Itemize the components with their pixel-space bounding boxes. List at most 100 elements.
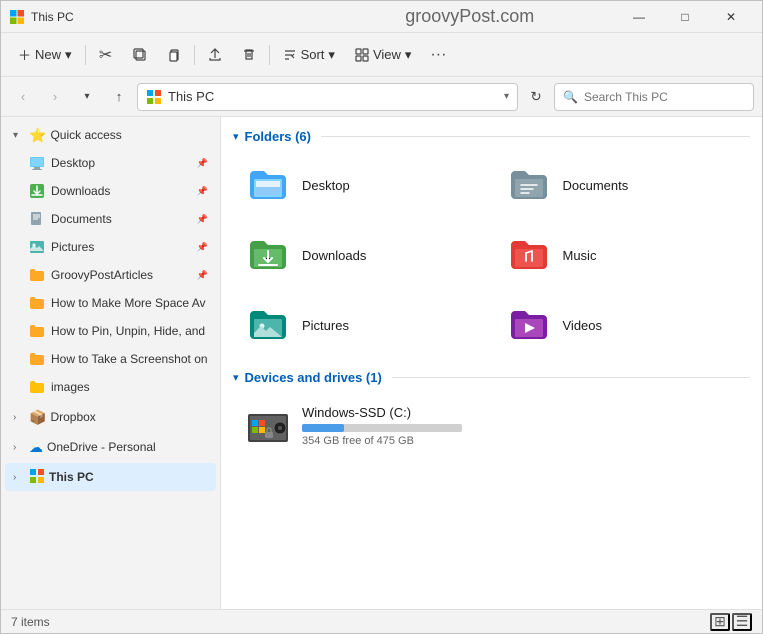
how3-label: How to Take a Screenshot on [51, 352, 208, 366]
desktop-icon [29, 155, 45, 171]
new-chevron-icon: ▾ [65, 47, 72, 63]
list-view-button[interactable]: ☰ [732, 613, 752, 631]
folder-documents[interactable]: Documents [494, 152, 751, 218]
paste-button[interactable] [158, 39, 190, 71]
folder-pictures[interactable]: Pictures [233, 292, 490, 358]
search-box[interactable]: 🔍 [554, 83, 754, 111]
sidebar-item-how2[interactable]: How to Pin, Unpin, Hide, and [5, 317, 216, 345]
minimize-button[interactable]: — [616, 1, 662, 33]
documents-icon [29, 211, 45, 227]
address-path[interactable]: This PC ▾ [137, 83, 518, 111]
sidebar-item-pictures[interactable]: Pictures 📌 [5, 233, 216, 261]
folder-videos-icon [505, 301, 553, 349]
drives-section-header: ▾ Devices and drives (1) [233, 370, 750, 385]
folder-music-icon [505, 231, 553, 279]
toolbar: ＋ New ▾ ✂ Sort ▾ View ▾ ··· [1, 33, 762, 77]
sidebar-item-how3[interactable]: How to Take a Screenshot on [5, 345, 216, 373]
dropbox-header[interactable]: › 📦 Dropbox [5, 403, 216, 431]
downloads-label: Downloads [51, 184, 191, 198]
dropbox-expand-icon: › [13, 412, 25, 423]
drive-c[interactable]: Windows-SSD (C:) 354 GB free of 475 GB [233, 393, 750, 459]
forward-button[interactable]: › [41, 83, 69, 111]
more-button[interactable]: ··· [422, 39, 454, 71]
cut-button[interactable]: ✂ [90, 39, 122, 71]
drive-c-bar-bg [302, 424, 462, 432]
folder-desktop-icon [244, 161, 292, 209]
folder-videos[interactable]: Videos [494, 292, 751, 358]
copy-button[interactable] [124, 39, 156, 71]
main-panel: ▾ Folders (6) Desktop [221, 117, 762, 609]
refresh-button[interactable]: ↻ [522, 83, 550, 111]
folder-downloads-name: Downloads [302, 248, 366, 263]
quick-access-star-icon: ⭐ [29, 127, 46, 144]
share-button[interactable] [199, 39, 231, 71]
folder-music[interactable]: Music [494, 222, 751, 288]
how2-icon [29, 323, 45, 339]
onedrive-section: › ☁ OneDrive - Personal [1, 433, 220, 461]
pictures-label: Pictures [51, 240, 191, 254]
maximize-button[interactable]: □ [662, 1, 708, 33]
quick-access-section: ▾ ⭐ Quick access Desktop 📌 [1, 121, 220, 401]
titlebar-title: This PC [31, 10, 324, 24]
drives-section-title: Devices and drives (1) [245, 370, 382, 385]
folder-desktop-name: Desktop [302, 178, 350, 193]
toolbar-separator-2 [194, 45, 195, 65]
groovy-label: GroovyPostArticles [51, 268, 191, 282]
quick-access-header[interactable]: ▾ ⭐ Quick access [5, 121, 216, 149]
drive-c-icon [244, 402, 292, 450]
folder-documents-icon [505, 161, 553, 209]
folder-downloads[interactable]: Downloads [233, 222, 490, 288]
dropbox-label: Dropbox [50, 410, 95, 424]
this-pc-header[interactable]: › This PC [5, 463, 216, 491]
folder-documents-name: Documents [563, 178, 629, 193]
view-label: View [373, 47, 401, 62]
desktop-label: Desktop [51, 156, 191, 170]
this-pc-expand-icon: › [13, 472, 25, 483]
sort-label: Sort [301, 47, 325, 62]
sidebar-item-how1[interactable]: How to Make More Space Av [5, 289, 216, 317]
content-area: ▾ ⭐ Quick access Desktop 📌 [1, 117, 762, 609]
path-chevron-icon: ▾ [504, 91, 509, 102]
new-button[interactable]: ＋ New ▾ [9, 39, 81, 71]
watermark: groovyPost.com [324, 6, 617, 27]
folders-section-title: Folders (6) [245, 129, 311, 144]
delete-button[interactable] [233, 39, 265, 71]
folders-divider [321, 136, 750, 137]
pictures-pin-icon: 📌 [197, 242, 208, 253]
folder-grid: Desktop Documents [233, 152, 750, 358]
search-input[interactable] [584, 90, 745, 104]
this-pc-icon [29, 468, 45, 487]
view-button[interactable]: View ▾ [346, 39, 420, 71]
quick-access-label: Quick access [50, 128, 121, 142]
close-button[interactable]: ✕ [708, 1, 754, 33]
sidebar: ▾ ⭐ Quick access Desktop 📌 [1, 117, 221, 609]
status-view-buttons: ⊞ ☰ [710, 613, 752, 631]
recent-locations-button[interactable]: ▾ [73, 83, 101, 111]
titlebar-controls: — □ ✕ [616, 1, 754, 33]
back-button[interactable]: ‹ [9, 83, 37, 111]
folder-desktop[interactable]: Desktop [233, 152, 490, 218]
sidebar-item-images[interactable]: images [5, 373, 216, 401]
folders-chevron-icon: ▾ [233, 130, 239, 143]
sort-button[interactable]: Sort ▾ [274, 39, 344, 71]
drives-chevron-icon: ▾ [233, 371, 239, 384]
onedrive-header[interactable]: › ☁ OneDrive - Personal [5, 433, 216, 461]
window: This PC groovyPost.com — □ ✕ ＋ New ▾ ✂ [0, 0, 763, 634]
sidebar-item-documents[interactable]: Documents 📌 [5, 205, 216, 233]
drive-c-info: Windows-SSD (C:) 354 GB free of 475 GB [302, 405, 739, 447]
new-icon: ＋ [18, 45, 31, 64]
how2-label: How to Pin, Unpin, Hide, and [51, 324, 208, 338]
status-items-count: 7 items [11, 615, 50, 629]
how3-icon [29, 351, 45, 367]
this-pc-label: This PC [49, 470, 94, 484]
up-button[interactable]: ↑ [105, 83, 133, 111]
pictures-icon [29, 239, 45, 255]
path-text: This PC [168, 89, 498, 104]
sidebar-item-downloads[interactable]: Downloads 📌 [5, 177, 216, 205]
drive-c-bar-fill [302, 424, 344, 432]
dropbox-icon: 📦 [29, 409, 46, 426]
sidebar-item-desktop[interactable]: Desktop 📌 [5, 149, 216, 177]
grid-view-button[interactable]: ⊞ [710, 613, 730, 631]
sidebar-item-groovy[interactable]: GroovyPostArticles 📌 [5, 261, 216, 289]
sort-chevron-icon: ▾ [328, 47, 335, 63]
